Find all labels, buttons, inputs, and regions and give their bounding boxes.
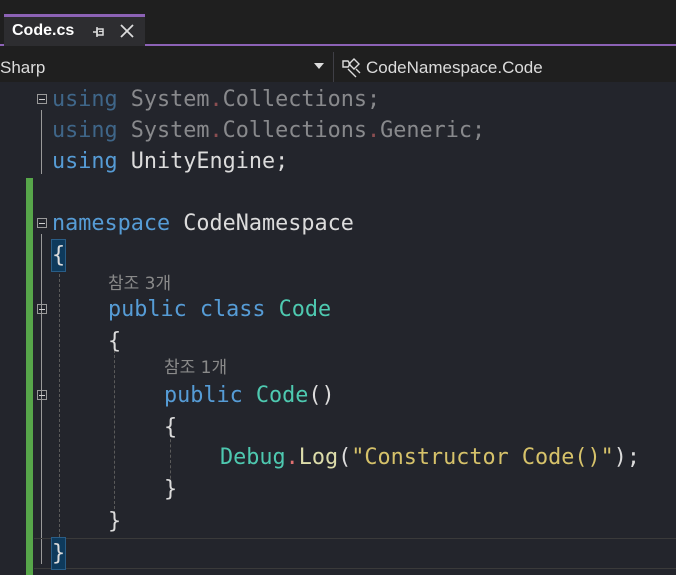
navbar-divider [333,52,334,82]
navigation-bar: Sharp CodeNamespace.Code [0,52,676,82]
code-line-using-generic: using System.Collections.Generic; [52,118,486,143]
code-line-using-collections: using System.Collections; [52,87,381,112]
document-tab-strip: Code.cs [0,0,676,46]
namespace-icon [342,58,361,78]
code-line-debug-log: Debug.Log("Constructor Code()"); [220,445,640,470]
code-line-class-open: { [108,329,122,354]
code-line-constructor-close: } [164,477,178,502]
code-line-constructor-open: { [164,415,178,440]
member-dropdown[interactable]: CodeNamespace.Code [340,54,676,80]
pin-icon[interactable] [92,25,106,39]
code-line-class-declaration: public class Code [108,297,332,322]
project-dropdown-value: Sharp [0,58,46,77]
close-icon[interactable] [118,22,136,40]
code-line-namespace: namespace CodeNamespace [52,211,354,236]
chevron-down-icon [314,63,324,69]
code-line-class-close: } [108,509,122,534]
code-line-using-unityengine: using UnityEngine; [52,149,289,174]
tab-code-cs[interactable]: Code.cs [4,14,145,46]
constructor-reference-codelens[interactable]: 참조 1개 [164,354,227,382]
code-editor[interactable]: using System.Collections; using System.C… [0,82,676,575]
code-line-constructor: public Code() [164,383,335,408]
tab-title: Code.cs [12,22,75,39]
member-dropdown-value: CodeNamespace.Code [366,58,543,77]
code-line-namespace-close: } [0,537,676,570]
project-dropdown[interactable]: Sharp [0,54,330,80]
code-line-namespace-open: { [0,239,676,272]
